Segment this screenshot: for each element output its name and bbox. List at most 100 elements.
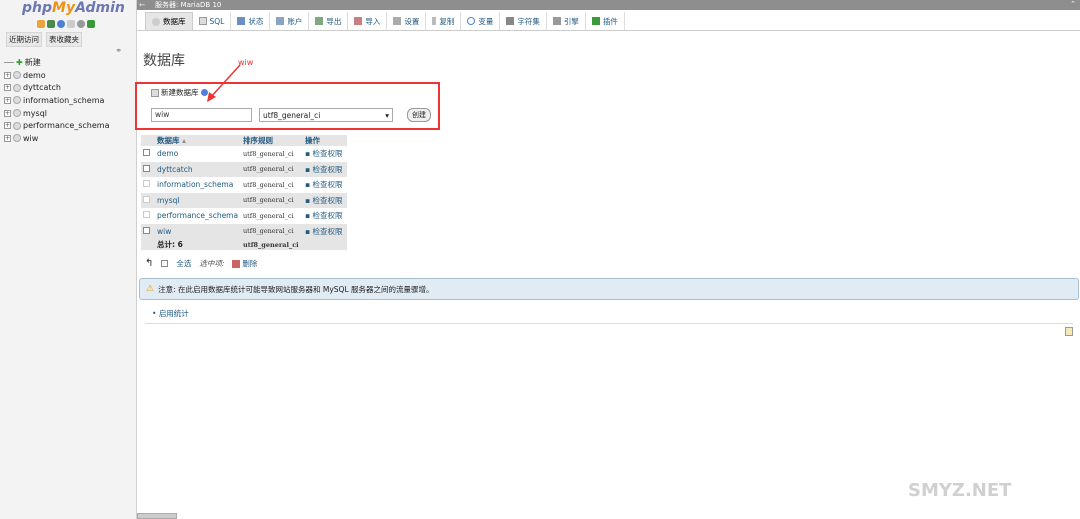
favorites-tab[interactable]: 表收藏夹 [46, 32, 82, 47]
tab-variables[interactable]: 变量 [461, 12, 501, 30]
tree-item-label: 新建 [24, 57, 41, 67]
check-privileges-link[interactable]: ▪ 检查权限 [303, 177, 347, 193]
db-name-input[interactable]: wiw [151, 108, 252, 122]
action-label: 检查权限 [312, 164, 343, 174]
help-icon[interactable] [200, 89, 208, 96]
expand-icon[interactable]: + [4, 109, 11, 117]
tree-item-label: mysql [23, 108, 47, 118]
db-name-link[interactable]: mysql [155, 192, 241, 208]
navigation-panel: phpMyAdmin 近期访问 表收藏夹 ⚭ ✚ 新建 + demo + dyttc… [0, 0, 137, 519]
tab-export[interactable]: 导出 [309, 12, 349, 30]
tree-item-mysql[interactable]: + mysql [4, 107, 110, 120]
tree-item-performance-schema[interactable]: + performance_schema [4, 119, 110, 132]
database-icon [13, 83, 21, 92]
expand-icon[interactable]: + [4, 71, 11, 79]
top-menu: 数据库 SQL 状态 账户 导出 导入 设置 复制 变量 字符集 引擎 插件 [145, 12, 625, 30]
chevron-down-icon: ▾ [385, 110, 389, 120]
logout-icon[interactable] [47, 20, 55, 28]
tab-plugins[interactable]: 插件 [585, 12, 625, 30]
settings-icon[interactable] [77, 20, 85, 28]
enable-statistics-label: 启用统计 [158, 309, 189, 318]
tree-item-label: information_schema [23, 95, 105, 105]
home-icon[interactable] [37, 20, 45, 28]
db-name-link[interactable]: demo [155, 146, 241, 162]
tab-label: 字符集 [517, 16, 540, 26]
db-name-link[interactable]: information_schema [155, 177, 241, 193]
tree-item-wiw[interactable]: + wiw [4, 132, 110, 145]
check-privileges-link[interactable]: ▪ 检查权限 [303, 223, 347, 239]
select-all-label[interactable]: 全选 [176, 258, 191, 269]
tab-charsets[interactable]: 字符集 [500, 12, 547, 30]
tab-label: 插件 [602, 16, 618, 26]
total-spacer [141, 239, 155, 250]
header-database[interactable]: 数据库 ▴ [155, 135, 241, 146]
tab-databases[interactable]: 数据库 [145, 12, 193, 30]
expand-icon[interactable]: + [4, 122, 11, 130]
console-tab[interactable] [137, 513, 177, 519]
check-privileges-link[interactable]: ▪ 检查权限 [303, 146, 347, 162]
db-name-link[interactable]: wiw [155, 223, 241, 239]
docs-icon[interactable] [67, 20, 75, 28]
tab-import[interactable]: 导入 [348, 12, 388, 30]
check-privileges-link[interactable]: ▪ 检查权限 [303, 208, 347, 224]
row-checkbox-cell [141, 177, 155, 193]
db-collation: utf8_general_ci [241, 223, 303, 239]
check-privileges-link[interactable]: ▪ 检查权限 [303, 161, 347, 177]
tab-label: 变量 [478, 16, 494, 26]
tab-sql[interactable]: SQL [192, 12, 232, 30]
phpmyadmin-logo[interactable]: phpMyAdmin [22, 0, 125, 16]
expand-icon[interactable]: + [4, 96, 11, 104]
tab-label: 复制 [439, 16, 455, 26]
tree-line [4, 61, 14, 63]
tree-item-label: wiw [23, 133, 39, 143]
delete-button[interactable]: 删除 [232, 258, 257, 269]
table-total-row: 总计: 6 utf8_general_ci [141, 239, 347, 250]
db-tree: ✚ 新建 + demo + dyttcatch + information_schem… [4, 56, 110, 145]
check-privileges-link[interactable]: ▪ 检查权限 [303, 192, 347, 208]
tree-item-demo[interactable]: + demo [4, 69, 110, 82]
enable-statistics-link[interactable]: • 启用统计 [152, 308, 189, 319]
header-collation[interactable]: 排序规则 [241, 135, 303, 146]
server-breadcrumb[interactable]: 服务器: MariaDB 10 [155, 0, 221, 10]
maximize-icon[interactable]: ⌃ [1070, 0, 1076, 8]
total-spacer [303, 239, 347, 250]
engine-icon [552, 17, 561, 25]
tab-engines[interactable]: 引擎 [546, 12, 586, 30]
tree-item-new[interactable]: ✚ 新建 [4, 56, 110, 69]
tree-item-dyttcatch[interactable]: + dyttcatch [4, 81, 110, 94]
settings-icon [393, 17, 402, 25]
collation-select[interactable]: utf8_general_ci ▾ [259, 108, 393, 122]
row-checkbox[interactable] [143, 164, 150, 172]
watermark: SMYZ.NET [908, 480, 1012, 501]
tree-item-information-schema[interactable]: + information_schema [4, 94, 110, 107]
row-checkbox-cell [141, 223, 155, 239]
tab-label: 导入 [365, 16, 381, 26]
table-row: performance_schema utf8_general_ci ▪ 检查权限 [141, 208, 347, 224]
db-name-link[interactable]: dyttcatch [155, 161, 241, 177]
collapse-icon[interactable]: ← [137, 1, 147, 9]
table-row: wiw utf8_general_ci ▪ 检查权限 [141, 223, 347, 239]
select-all-checkbox[interactable] [161, 260, 169, 267]
tab-status[interactable]: 状态 [231, 12, 271, 30]
database-icon [13, 109, 21, 118]
create-button[interactable]: 创建 [407, 108, 431, 122]
db-name-link[interactable]: performance_schema [155, 208, 241, 224]
table-row: dyttcatch utf8_general_ci ▪ 检查权限 [141, 161, 347, 177]
tab-replication[interactable]: 复制 [426, 12, 462, 30]
expand-icon[interactable]: + [4, 134, 11, 142]
link-icon[interactable]: ⚭ [115, 46, 122, 55]
export-icon [315, 17, 324, 25]
row-checkbox[interactable] [143, 149, 150, 157]
server-breadcrumb-bar: ← 服务器: MariaDB 10 ⌃ [137, 0, 1080, 10]
tab-label: SQL [209, 16, 225, 26]
recent-tab[interactable]: 近期访问 [6, 32, 42, 47]
tab-accounts[interactable]: 账户 [270, 12, 310, 30]
action-label: 检查权限 [312, 149, 343, 159]
help-icon[interactable] [57, 20, 65, 28]
page-settings-icon[interactable] [1065, 327, 1073, 336]
row-checkbox[interactable] [143, 226, 150, 234]
reload-icon[interactable] [87, 20, 95, 28]
tab-settings[interactable]: 设置 [387, 12, 427, 30]
expand-icon[interactable]: + [4, 84, 11, 92]
divider [145, 323, 1073, 324]
